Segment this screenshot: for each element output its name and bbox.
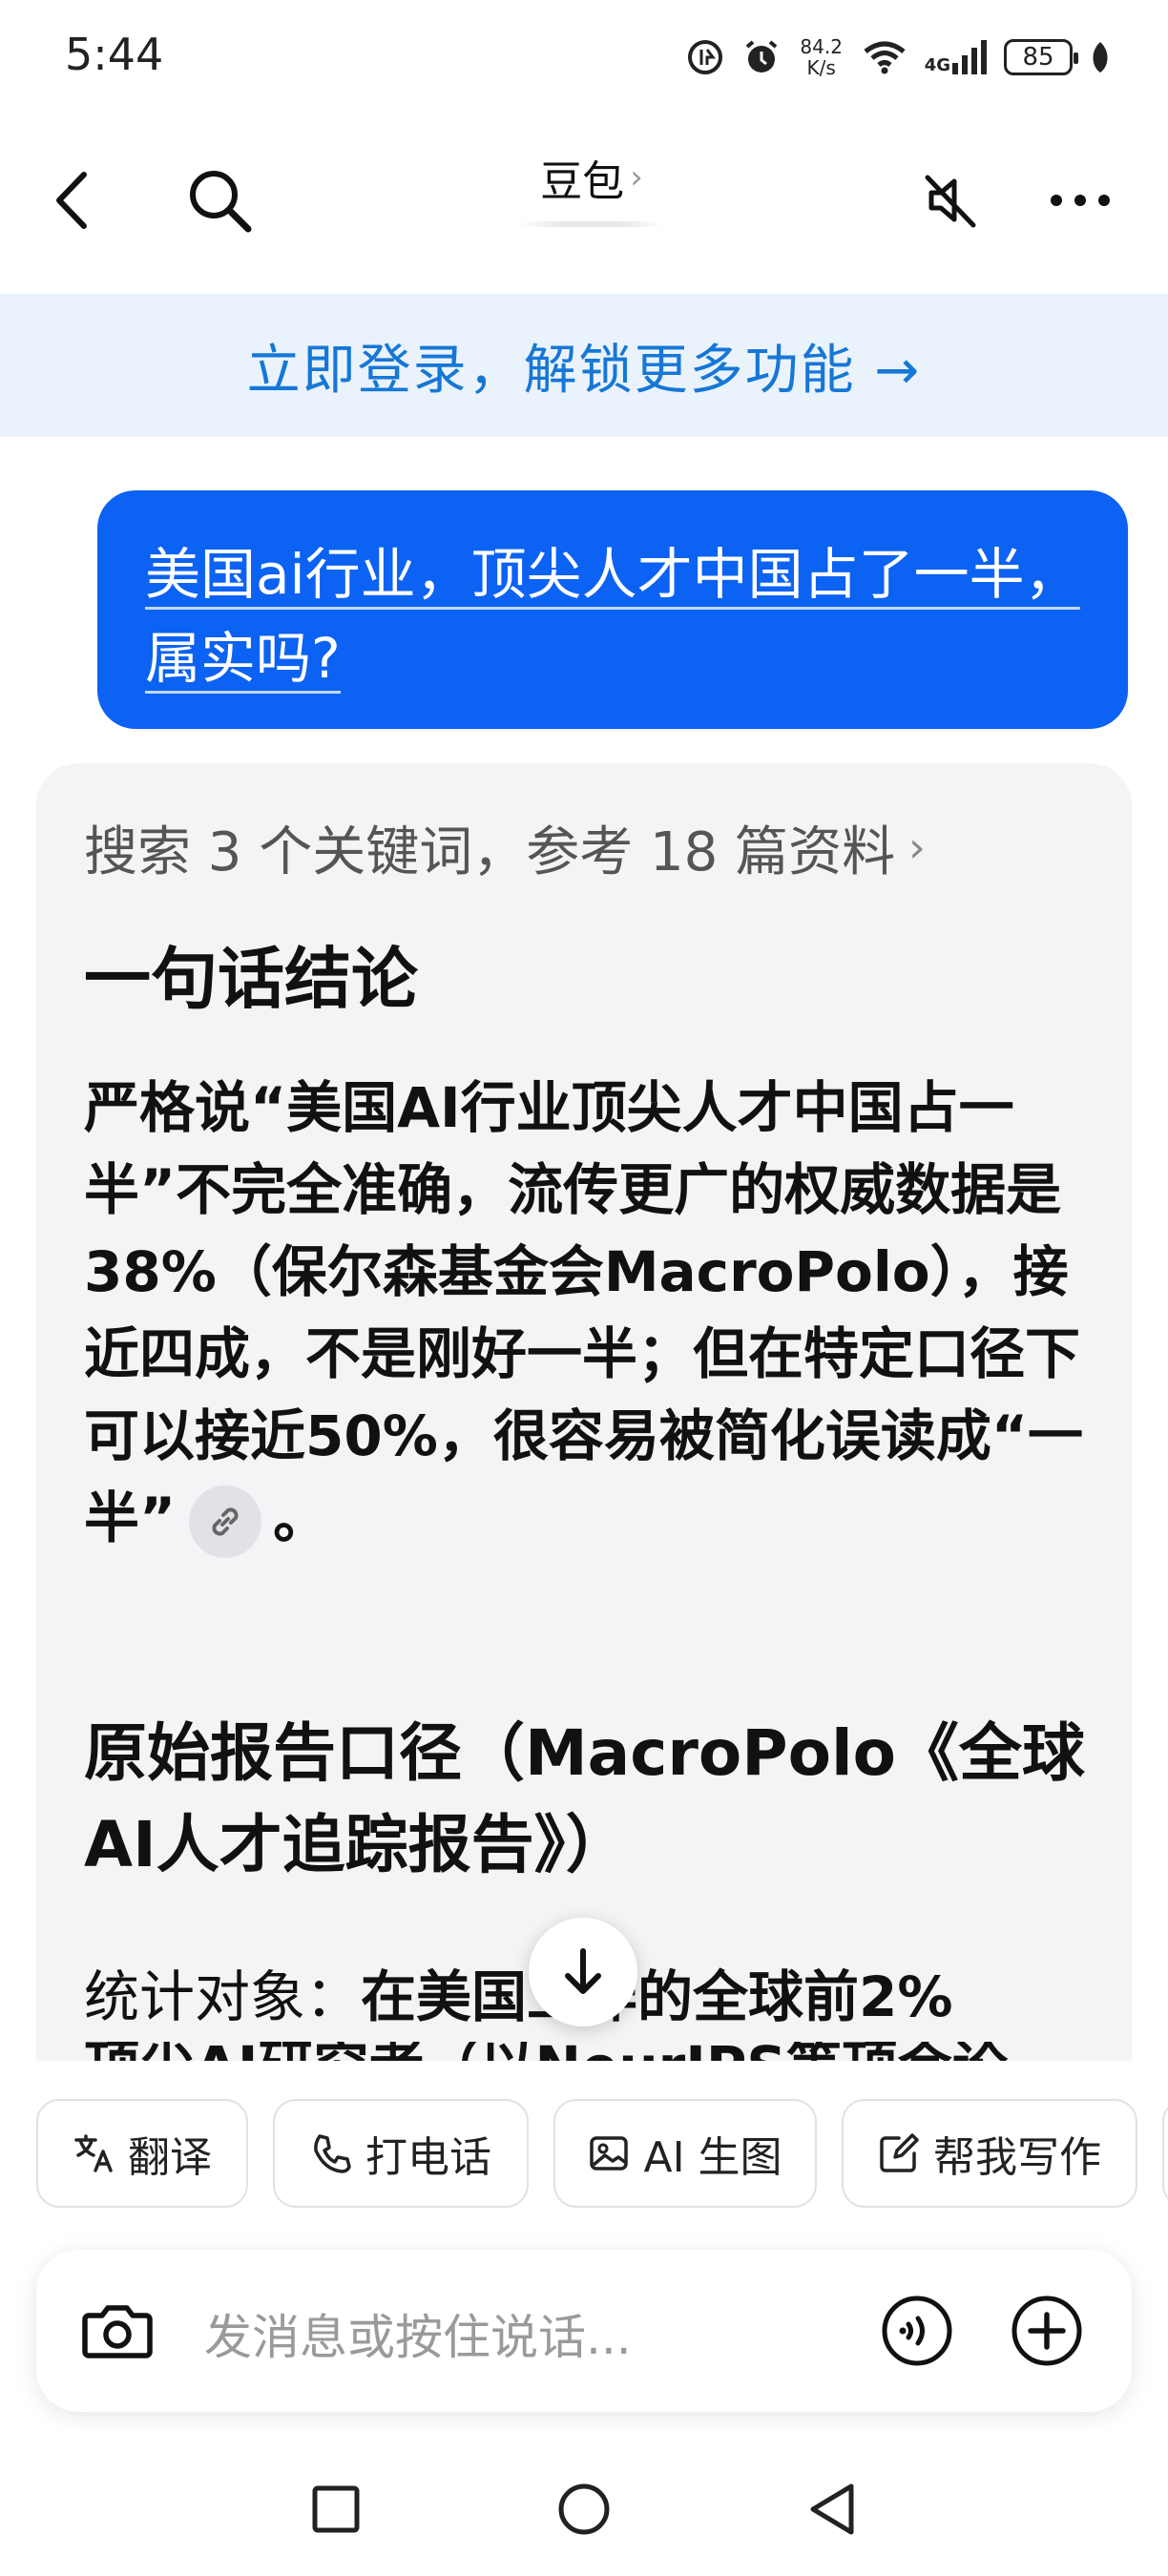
plus-circle-icon: [1012, 2296, 1082, 2366]
title-underline: [520, 221, 663, 227]
message-input-bar: 发消息或按住说话...: [36, 2250, 1132, 2412]
camera-icon: [82, 2305, 153, 2358]
system-nav-bar: [0, 2442, 1168, 2576]
chevron-right-icon: ›: [908, 823, 926, 872]
shortcut-ai-image[interactable]: AI 生图: [553, 2099, 817, 2208]
voice-wave-icon: [882, 2296, 952, 2366]
triangle-back-icon: [810, 2483, 854, 2535]
source-link-button[interactable]: [189, 1485, 262, 1558]
wifi-icon: [864, 41, 906, 74]
arrow-down-icon: [565, 1948, 601, 1994]
add-button[interactable]: [1006, 2290, 1088, 2372]
data-saver-icon: [687, 40, 722, 74]
shortcut-label: 翻译: [128, 2133, 212, 2182]
back-arrow-icon: [56, 172, 87, 229]
conclusion-end: 。: [273, 1485, 329, 1550]
link-icon: [212, 1507, 239, 1536]
shortcut-bar: 翻译 打电话 AI 生图 帮我写作: [0, 2061, 1168, 2208]
references-link[interactable]: 搜索 3 个关键词，参考 18 篇资料 ›: [84, 809, 926, 886]
shortcut-translate[interactable]: 翻译: [36, 2099, 248, 2208]
circle-icon: [558, 2483, 610, 2535]
status-icons: 84.2 K/s 4G 85: [686, 29, 1111, 86]
camera-button[interactable]: [76, 2290, 158, 2372]
back-button[interactable]: [34, 162, 111, 239]
voice-call-button[interactable]: [876, 2290, 958, 2372]
network-speed-value: 84.2: [800, 35, 843, 58]
cell-signal-icon: [952, 40, 987, 74]
network-speed-unit: K/s: [806, 56, 836, 79]
translate-icon: [74, 2134, 113, 2172]
image-icon: [590, 2136, 629, 2171]
leaf-icon: [1093, 42, 1108, 73]
battery-level: 85: [1022, 43, 1054, 72]
home-button[interactable]: [546, 2471, 622, 2547]
shortcut-label: 帮我写作: [933, 2133, 1101, 2182]
shortcut-phone[interactable]: 打电话: [273, 2099, 529, 2208]
login-banner-text: 立即登录，解锁更多功能 →: [246, 339, 922, 402]
status-time: 5:44: [65, 29, 164, 80]
edit-icon: [880, 2133, 919, 2172]
shortcut-label: AI 生图: [643, 2133, 782, 2182]
stat-label: 统计对象：: [84, 1964, 362, 2029]
search-icon: [190, 171, 252, 233]
bot-title[interactable]: 豆包 ›: [496, 147, 687, 252]
header: 豆包 ›: [0, 134, 1168, 277]
login-banner[interactable]: 立即登录，解锁更多功能 →: [0, 294, 1168, 437]
alarm-icon: [745, 40, 777, 73]
back-nav-button[interactable]: [794, 2471, 870, 2547]
network-type: 4G: [924, 55, 950, 75]
network-speed: 84.2 K/s: [799, 36, 845, 78]
search-button[interactable]: [181, 162, 258, 239]
shortcut-more-peek[interactable]: [1162, 2099, 1168, 2208]
square-icon: [312, 2485, 360, 2533]
more-button[interactable]: [1042, 162, 1118, 239]
user-message-bubble[interactable]: 美国ai行业，顶尖人才中国占了一半，属实吗?: [97, 490, 1128, 729]
message-input[interactable]: 发消息或按住说话...: [204, 2299, 632, 2368]
status-bar: 5:44 84.2 K/s 4G 85: [0, 0, 1168, 114]
more-dots-icon: [1051, 195, 1110, 206]
battery-icon: 85: [1004, 39, 1078, 75]
references-text: 搜索 3 个关键词，参考 18 篇资料: [84, 821, 896, 883]
bot-name: 豆包: [540, 157, 625, 206]
chevron-right-icon: ›: [630, 158, 643, 197]
shortcut-label: 打电话: [365, 2133, 491, 2182]
phone-icon: [314, 2134, 351, 2173]
user-message-text: 美国ai行业，顶尖人才中国占了一半，属实吗?: [145, 542, 1080, 694]
stat-value: 在美国工作的全球前2%: [361, 1964, 953, 2029]
scroll-down-button[interactable]: [529, 1918, 637, 2026]
conclusion-text: 严格说“美国AI行业顶尖人才中国占一半”不完全准确，流传更广的权威数据是38%（…: [84, 1075, 1083, 1550]
heading-conclusion: 一句话结论: [84, 940, 418, 1018]
conclusion-paragraph: 严格说“美国AI行业顶尖人才中国占一半”不完全准确，流传更广的权威数据是38%（…: [84, 1067, 1086, 1559]
recent-apps-button[interactable]: [298, 2471, 374, 2547]
speaker-muted-icon: [925, 175, 976, 228]
shortcut-writing[interactable]: 帮我写作: [842, 2099, 1137, 2208]
heading-report: 原始报告口径（MacroPolo《全球AI人才追踪报告》）: [84, 1716, 1085, 1881]
mute-button[interactable]: [912, 162, 989, 239]
